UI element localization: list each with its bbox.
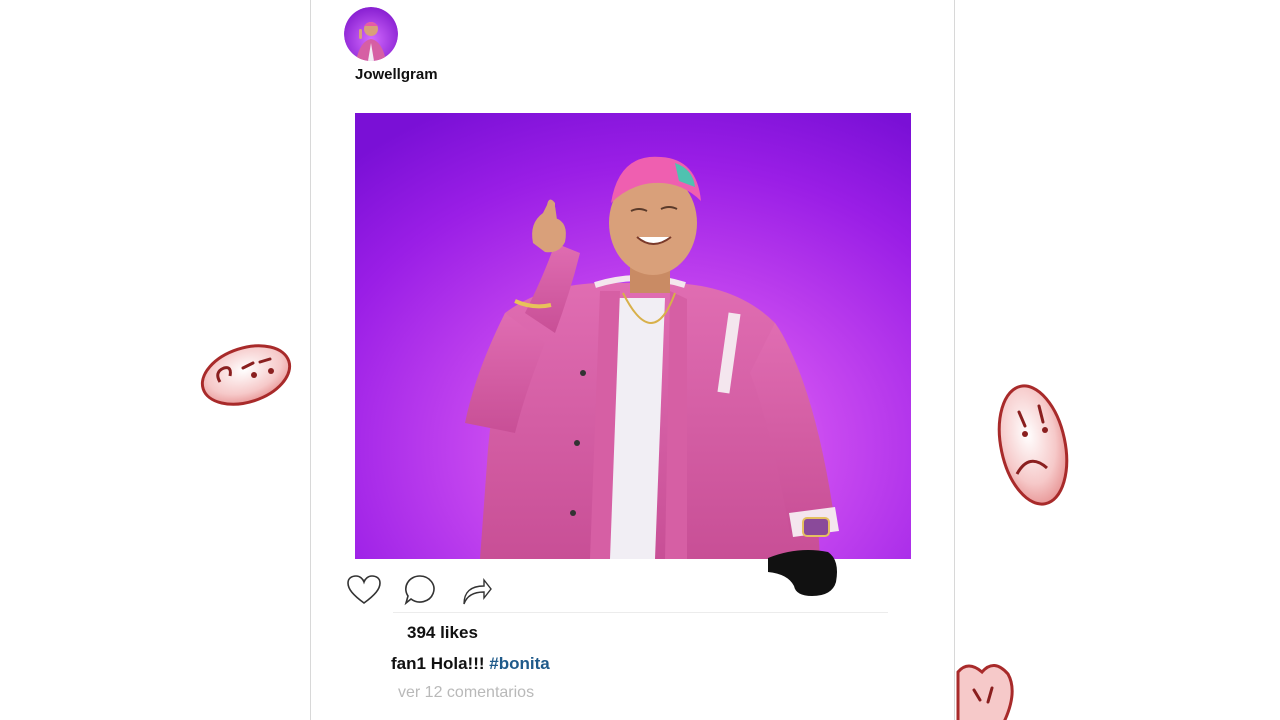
caption-username[interactable]: fan1 bbox=[391, 654, 426, 673]
like-count[interactable]: 394 likes bbox=[407, 623, 478, 643]
share-arrow-icon[interactable] bbox=[459, 573, 493, 607]
comment-icon[interactable] bbox=[403, 573, 437, 607]
overflowing-hand bbox=[768, 550, 837, 596]
view-comments-link[interactable]: ver 12 comentarios bbox=[398, 684, 534, 702]
caption-text: Hola!!! bbox=[430, 654, 485, 673]
caption-hashtag[interactable]: #bonita bbox=[489, 654, 549, 673]
sad-face-sticker-left bbox=[200, 344, 292, 406]
avatar[interactable] bbox=[344, 7, 398, 61]
video-frame: Jowellgram 394 likes fan1 Hola!!! #bonit… bbox=[0, 0, 1280, 720]
sad-face-sticker-right bbox=[997, 384, 1069, 506]
actions-divider bbox=[393, 612, 888, 613]
post-card: Jowellgram 394 likes fan1 Hola!!! #bonit… bbox=[310, 0, 955, 720]
heart-icon[interactable] bbox=[347, 573, 381, 607]
sticker-partial-bottom bbox=[956, 664, 1014, 720]
post-caption: fan1 Hola!!! #bonita bbox=[391, 654, 550, 674]
post-username[interactable]: Jowellgram bbox=[355, 66, 438, 83]
post-photo[interactable] bbox=[355, 113, 911, 559]
post-actions bbox=[347, 573, 493, 609]
